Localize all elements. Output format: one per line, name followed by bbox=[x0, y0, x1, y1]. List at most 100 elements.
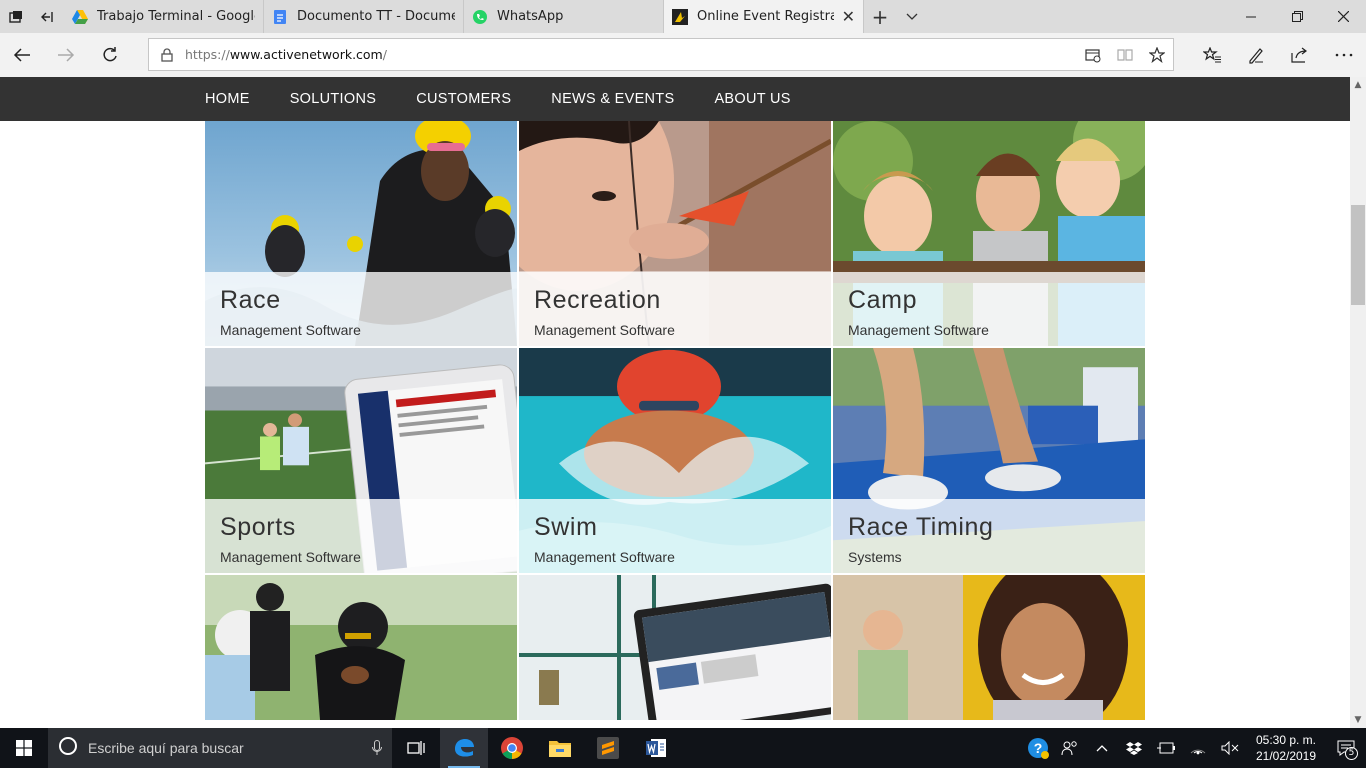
system-tray: ? 05:30 p. m. 21/02/2019 5 bbox=[1022, 728, 1366, 768]
svg-text:?: ? bbox=[1034, 740, 1043, 756]
url-scheme: https:// bbox=[185, 47, 230, 62]
help-icon[interactable]: ? bbox=[1026, 728, 1050, 768]
web-page: HOME SOLUTIONS CUSTOMERS NEWS & EVENTS A… bbox=[0, 77, 1350, 728]
tile-recreation[interactable]: Recreation Management Software bbox=[519, 121, 831, 346]
browser-tab-strip: Trabajo Terminal - Google D Documento TT… bbox=[0, 0, 1366, 33]
solutions-grid: Race Management Software Recreation Mana… bbox=[205, 121, 1145, 720]
scroll-up-arrow-icon[interactable]: ▲ bbox=[1350, 77, 1366, 93]
tile-football[interactable] bbox=[205, 575, 517, 720]
address-bar[interactable]: https://www.activenetwork.com/ bbox=[148, 38, 1174, 71]
sublime-text-icon[interactable] bbox=[584, 728, 632, 768]
minimize-button[interactable] bbox=[1228, 0, 1274, 33]
favorite-star-icon[interactable] bbox=[1141, 39, 1173, 70]
tab-whatsapp[interactable]: WhatsApp bbox=[464, 0, 664, 33]
tile-swim[interactable]: Swim Management Software bbox=[519, 348, 831, 573]
taskbar-clock[interactable]: 05:30 p. m. 21/02/2019 bbox=[1246, 732, 1326, 764]
people-icon[interactable] bbox=[1058, 728, 1082, 768]
laptop-ropes-course-image bbox=[519, 575, 831, 720]
clock-time: 05:30 p. m. bbox=[1255, 733, 1317, 747]
reading-view-icon[interactable] bbox=[1109, 39, 1141, 70]
scroll-thumb[interactable] bbox=[1351, 205, 1365, 305]
tab-manager-icon[interactable] bbox=[0, 0, 32, 33]
tab-google-docs[interactable]: Documento TT - Document bbox=[264, 0, 464, 33]
nav-news-events[interactable]: NEWS & EVENTS bbox=[551, 91, 674, 107]
google-docs-icon bbox=[272, 9, 288, 25]
chevron-down-icon[interactable] bbox=[896, 0, 928, 33]
windows-taskbar: Escribe aquí para buscar ? 05:30 p. m. 2… bbox=[0, 728, 1366, 768]
school-bus-girl-image bbox=[833, 575, 1145, 720]
back-button[interactable] bbox=[0, 33, 44, 77]
url-host: www.activenetwork.com bbox=[229, 47, 383, 62]
tile-school-bus[interactable] bbox=[833, 575, 1145, 720]
tile-race-timing[interactable]: Race Timing Systems bbox=[833, 348, 1145, 573]
notification-count-badge: 5 bbox=[1345, 747, 1358, 760]
tab-title: Trabajo Terminal - Google D bbox=[97, 9, 255, 24]
taskbar-search-box[interactable]: Escribe aquí para buscar bbox=[48, 728, 392, 768]
new-tab-button[interactable]: + bbox=[864, 0, 896, 33]
tile-caption: Camp Management Software bbox=[833, 272, 1145, 346]
set-aside-tabs-icon[interactable] bbox=[32, 0, 64, 33]
tile-caption: Sports Management Software bbox=[205, 499, 517, 573]
tab-title: WhatsApp bbox=[497, 9, 564, 24]
more-options-icon[interactable] bbox=[1322, 33, 1366, 77]
tile-subtitle: Management Software bbox=[220, 322, 361, 338]
tile-subtitle: Systems bbox=[848, 549, 902, 565]
search-placeholder: Escribe aquí para buscar bbox=[88, 740, 244, 756]
close-window-button[interactable] bbox=[1320, 0, 1366, 33]
scroll-down-arrow-icon[interactable]: ▼ bbox=[1350, 712, 1366, 728]
volume-muted-icon[interactable] bbox=[1218, 728, 1242, 768]
show-hidden-icons-chevron-icon[interactable] bbox=[1090, 728, 1114, 768]
tile-race[interactable]: Race Management Software bbox=[205, 121, 517, 346]
tile-title: Recreation bbox=[534, 286, 661, 314]
refresh-button[interactable] bbox=[88, 33, 132, 77]
url-path: / bbox=[382, 47, 387, 62]
nav-solutions[interactable]: SOLUTIONS bbox=[290, 91, 377, 107]
tab-title: Documento TT - Document bbox=[297, 9, 455, 24]
microphone-icon[interactable] bbox=[362, 740, 392, 756]
add-tab-set-icon[interactable] bbox=[1077, 39, 1109, 70]
cortana-icon bbox=[58, 736, 78, 760]
page-scrollbar[interactable]: ▲ ▼ bbox=[1350, 77, 1366, 728]
clock-date: 21/02/2019 bbox=[1255, 749, 1317, 763]
windows-start-icon[interactable] bbox=[0, 728, 48, 768]
browser-toolbar: https://www.activenetwork.com/ bbox=[0, 33, 1366, 77]
battery-plug-icon[interactable] bbox=[1154, 728, 1178, 768]
tile-subtitle: Management Software bbox=[534, 322, 675, 338]
task-view-icon[interactable] bbox=[392, 728, 440, 768]
tile-laptop[interactable] bbox=[519, 575, 831, 720]
google-drive-icon bbox=[72, 9, 88, 25]
url-text[interactable]: https://www.activenetwork.com/ bbox=[185, 47, 387, 62]
pen-icon[interactable] bbox=[1234, 33, 1278, 77]
nav-home[interactable]: HOME bbox=[205, 91, 250, 107]
favorites-hub-icon[interactable] bbox=[1190, 33, 1234, 77]
word-icon[interactable] bbox=[632, 728, 680, 768]
share-icon[interactable] bbox=[1278, 33, 1322, 77]
site-navigation: HOME SOLUTIONS CUSTOMERS NEWS & EVENTS A… bbox=[0, 77, 1350, 121]
tile-caption: Race Management Software bbox=[205, 272, 517, 346]
tile-title: Sports bbox=[220, 513, 296, 541]
tile-caption: Race Timing Systems bbox=[833, 499, 1145, 573]
tab-google-drive[interactable]: Trabajo Terminal - Google D bbox=[64, 0, 264, 33]
tile-camp[interactable]: Camp Management Software bbox=[833, 121, 1145, 346]
whatsapp-icon bbox=[472, 9, 488, 25]
tile-sports[interactable]: Sports Management Software bbox=[205, 348, 517, 573]
file-explorer-icon[interactable] bbox=[536, 728, 584, 768]
tile-title: Race Timing bbox=[848, 513, 994, 541]
tab-title: Online Event Registratic bbox=[697, 9, 834, 24]
tab-active-network[interactable]: Online Event Registratic ✕ bbox=[664, 0, 864, 33]
nav-customers[interactable]: CUSTOMERS bbox=[416, 91, 511, 107]
close-tab-icon[interactable]: ✕ bbox=[842, 7, 855, 26]
tile-caption: Recreation Management Software bbox=[519, 272, 831, 346]
tile-subtitle: Management Software bbox=[848, 322, 989, 338]
action-center-icon[interactable]: 5 bbox=[1326, 728, 1366, 768]
tile-subtitle: Management Software bbox=[534, 549, 675, 565]
chrome-icon[interactable] bbox=[488, 728, 536, 768]
restore-button[interactable] bbox=[1274, 0, 1320, 33]
dropbox-icon[interactable] bbox=[1122, 728, 1146, 768]
football-players-image bbox=[205, 575, 517, 720]
wifi-icon[interactable] bbox=[1186, 728, 1210, 768]
forward-button[interactable] bbox=[44, 33, 88, 77]
nav-about-us[interactable]: ABOUT US bbox=[714, 91, 790, 107]
lock-icon[interactable] bbox=[149, 47, 185, 62]
edge-browser-icon[interactable] bbox=[440, 728, 488, 768]
